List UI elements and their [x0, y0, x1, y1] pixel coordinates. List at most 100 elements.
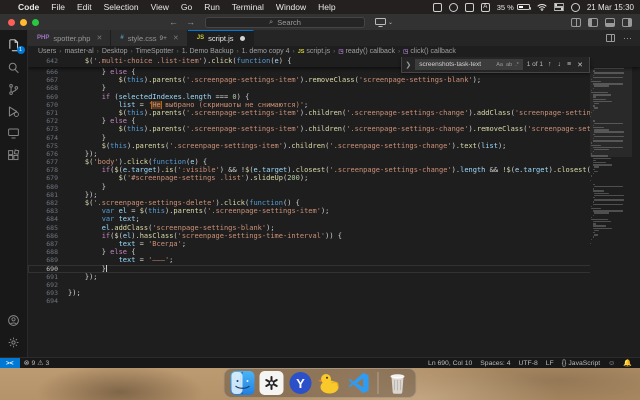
menu-bar-clock[interactable]: 21 Mar 15:30 [587, 3, 634, 12]
minimize-window-button[interactable] [20, 18, 27, 26]
close-window-button[interactable] [8, 18, 15, 26]
remote-explorer-icon[interactable] [2, 122, 26, 144]
code-lines[interactable]: 666 } else {667 $(this).parents('.screen… [28, 68, 640, 305]
cyberduck-dock-icon[interactable] [318, 371, 342, 395]
menu-item-edit[interactable]: Edit [71, 2, 98, 12]
menu-app-name[interactable]: Code [12, 2, 45, 12]
toggle-sidebar-icon[interactable] [588, 17, 598, 27]
toggle-secondary-sidebar-icon[interactable] [622, 17, 632, 27]
code-line-682[interactable]: 682 $('.screenpage-settings-delete').cli… [28, 199, 640, 207]
find-input[interactable] [419, 61, 494, 68]
code-line-685[interactable]: 685 el.addClass('screenpage-settings-bla… [28, 224, 640, 232]
tab-close-icon[interactable]: ✕ [96, 34, 102, 42]
tab-style.css[interactable]: # style.css 9+ ✕ [111, 30, 188, 46]
profile-remote-button[interactable]: ⌄ [375, 17, 393, 27]
status-item-utf-8[interactable]: UTF-8 [515, 360, 542, 367]
code-line-678[interactable]: 678 if($(e.target).is(':visible') && !$(… [28, 166, 640, 174]
breadcrumb-item[interactable]: 1. Demo Backup [182, 48, 234, 55]
breadcrumb-item[interactable]: TimeSpotter [136, 48, 174, 55]
find-previous-button[interactable]: ↑ [547, 61, 553, 68]
regex-icon[interactable]: .* [515, 62, 519, 68]
code-line-683[interactable]: 683 var el = $(this).parents('.screenpag… [28, 207, 640, 215]
tab-spotter.php[interactable]: PHP spotter.php ✕ [28, 30, 112, 46]
navigate-forward-button[interactable]: → [186, 17, 195, 27]
whole-word-icon[interactable]: ab [506, 62, 512, 68]
menu-item-terminal[interactable]: Terminal [226, 2, 270, 12]
input-source-icon[interactable]: A [480, 2, 490, 12]
command-center-search[interactable]: ⌕ Search [205, 16, 365, 28]
breadcrumb-item[interactable]: ◳ click() callback [403, 48, 456, 55]
minimap[interactable] [590, 57, 632, 357]
code-line-677[interactable]: 677 $('body').click(function(e) { [28, 158, 640, 166]
menu-item-window[interactable]: Window [270, 2, 312, 12]
tab-close-icon[interactable]: ✕ [173, 34, 179, 42]
y-app-dock-icon[interactable]: Y [289, 371, 313, 395]
extensions-icon[interactable] [2, 144, 26, 166]
menu-extra-icon-2[interactable] [448, 2, 458, 12]
breadcrumb-item[interactable]: master-al [64, 48, 93, 55]
chatgpt-dock-icon[interactable] [259, 371, 284, 395]
code-line-673[interactable]: 673 $(this).parents('.screenpage-setting… [28, 125, 640, 133]
menu-extra-icon-1[interactable] [432, 2, 442, 12]
battery-indicator[interactable]: 35 % [497, 3, 532, 12]
menu-item-view[interactable]: View [145, 2, 175, 12]
more-actions-icon[interactable]: ⋯ [623, 33, 632, 44]
tab-script.js[interactable]: JS script.js [187, 30, 254, 46]
control-center-icon[interactable] [553, 3, 564, 11]
breadcrumb-item[interactable]: Users [38, 48, 56, 55]
code-line-687[interactable]: 687 text = 'Всегда'; [28, 240, 640, 248]
finder-dock-icon[interactable] [230, 371, 255, 395]
explorer-icon[interactable]: 1 [2, 34, 26, 56]
problems-indicator[interactable]: ⊗ 9 ⚠ 3 [20, 359, 54, 368]
source-control-icon[interactable] [2, 78, 26, 100]
status-item-icon[interactable]: ☺ [604, 360, 619, 367]
menu-item-file[interactable]: File [45, 2, 71, 12]
find-in-selection-button[interactable]: ≡ [566, 61, 572, 68]
code-line-693[interactable]: 693}); [28, 289, 640, 297]
code-line-686[interactable]: 686 if($(el).hasClass('screenpage-settin… [28, 232, 640, 240]
breadcrumb-item[interactable]: ◳ ready() callback [338, 48, 395, 55]
unsaved-dot-icon[interactable] [239, 36, 245, 41]
menu-item-go[interactable]: Go [175, 2, 198, 12]
code-line-681[interactable]: 681 }); [28, 191, 640, 199]
remote-indicator[interactable]: >< [0, 358, 20, 368]
menu-item-run[interactable]: Run [198, 2, 226, 12]
status-item-ln-690-col-10[interactable]: Ln 690, Col 10 [424, 360, 476, 367]
minimap-slider[interactable] [590, 57, 632, 157]
vscode-dock-icon[interactable] [347, 371, 371, 395]
code-line-674[interactable]: 674 } [28, 134, 640, 142]
settings-gear-icon[interactable] [2, 331, 26, 353]
code-editor[interactable]: 642 $('.multi-choice .list-item').click(… [28, 57, 640, 357]
match-case-icon[interactable]: Aa [496, 62, 503, 68]
find-close-button[interactable]: ✕ [576, 61, 584, 69]
vertical-scrollbar[interactable] [632, 57, 640, 357]
code-line-691[interactable]: 691 }); [28, 273, 640, 281]
navigate-back-button[interactable]: ← [169, 17, 178, 27]
code-line-692[interactable]: 692 [28, 281, 640, 289]
code-line-689[interactable]: 689 text = '———'; [28, 256, 640, 264]
code-line-684[interactable]: 684 var text; [28, 215, 640, 223]
code-line-670[interactable]: 670 list = 'Не выбрано (скриншоты не сни… [28, 100, 640, 109]
wifi-icon[interactable] [537, 3, 547, 11]
menu-item-help[interactable]: Help [312, 2, 341, 12]
code-line-694[interactable]: 694 [28, 297, 640, 305]
menu-item-selection[interactable]: Selection [98, 2, 145, 12]
code-line-676[interactable]: 676 }); [28, 150, 640, 158]
breadcrumb-item[interactable]: Desktop [102, 48, 128, 55]
code-line-679[interactable]: 679 $('#screenpage-settings .list').slid… [28, 174, 640, 182]
code-line-668[interactable]: 668 } [28, 84, 640, 92]
status-item-icon[interactable]: 🔔 [619, 359, 636, 367]
code-line-680[interactable]: 680 } [28, 183, 640, 191]
toggle-panel-icon[interactable] [605, 17, 615, 27]
breadcrumb-item[interactable]: 1. demo copy 4 [242, 48, 290, 55]
siri-icon[interactable] [570, 2, 580, 12]
code-line-667[interactable]: 667 $(this).parents('.screenpage-setting… [28, 76, 640, 84]
code-line-675[interactable]: 675 $(this).parents('.screenpage-setting… [28, 142, 640, 150]
find-expand-chevron-icon[interactable]: ❯ [405, 61, 411, 69]
code-line-672[interactable]: 672 } else { [28, 117, 640, 125]
code-line-688[interactable]: 688 } else { [28, 248, 640, 256]
breadcrumb-item[interactable]: JS script.js [298, 48, 330, 55]
code-line-671[interactable]: 671 $(this).parents('.screenpage-setting… [28, 109, 640, 117]
split-editor-icon[interactable] [606, 34, 615, 42]
customize-layout-icon[interactable] [571, 17, 581, 27]
